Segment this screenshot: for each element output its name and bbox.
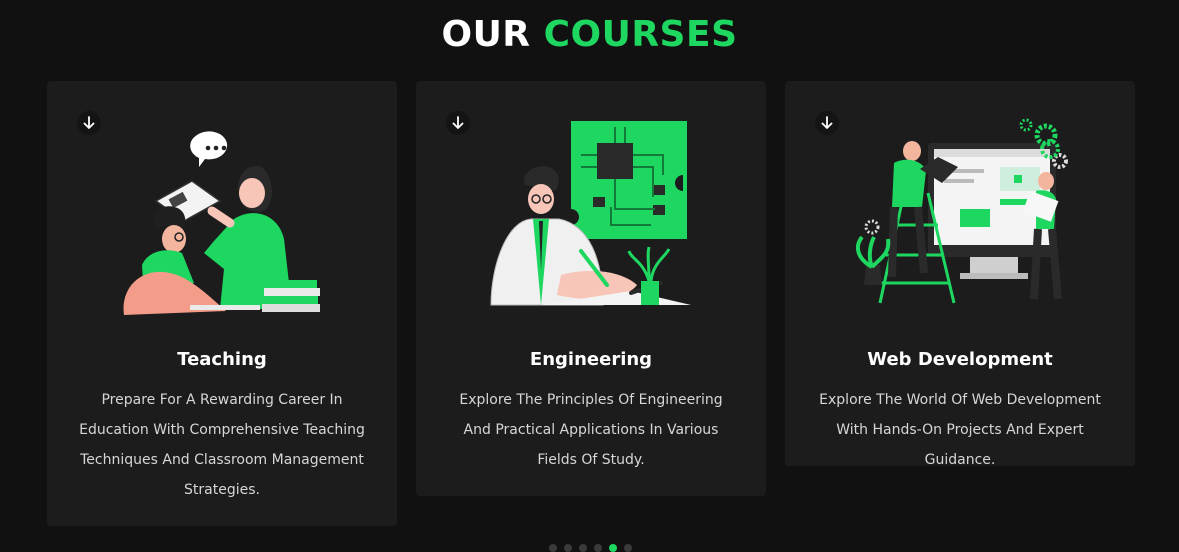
engineer-circuit-board-illustration — [490, 121, 691, 306]
card-title[interactable]: Engineering — [416, 349, 766, 370]
card-title[interactable]: Teaching — [47, 349, 397, 370]
card-description: Explore The Principles Of Engineering An… — [459, 392, 723, 468]
carousel-pagination — [549, 544, 632, 552]
course-card-teaching[interactable]: Teaching Prepare For A Rewarding Career … — [47, 81, 397, 526]
carousel-dot[interactable] — [579, 544, 587, 552]
section-title: OUR COURSES — [0, 14, 1179, 55]
carousel-dot[interactable] — [564, 544, 572, 552]
arrow-down-icon[interactable] — [815, 111, 839, 135]
carousel-dot[interactable] — [624, 544, 632, 552]
carousel-dot[interactable] — [549, 544, 557, 552]
card-description: Explore The World Of Web Development Wit… — [819, 392, 1101, 468]
course-card-web-development[interactable]: Web Development Explore The World Of Web… — [785, 81, 1135, 468]
teacher-student-reading-illustration — [123, 131, 320, 315]
card-title[interactable]: Web Development — [785, 349, 1135, 370]
title-word-our: OUR — [441, 14, 531, 55]
card-description: Prepare For A Rewarding Career In Educat… — [79, 392, 365, 498]
arrow-down-icon[interactable] — [77, 111, 101, 135]
course-card-engineering[interactable]: Engineering Explore The Principles Of En… — [416, 81, 766, 496]
title-word-courses: COURSES — [543, 14, 738, 55]
carousel-dot[interactable] — [609, 544, 617, 552]
web-developer-monitor-illustration — [855, 118, 1068, 304]
carousel-dot[interactable] — [594, 544, 602, 552]
arrow-down-icon[interactable] — [446, 111, 470, 135]
